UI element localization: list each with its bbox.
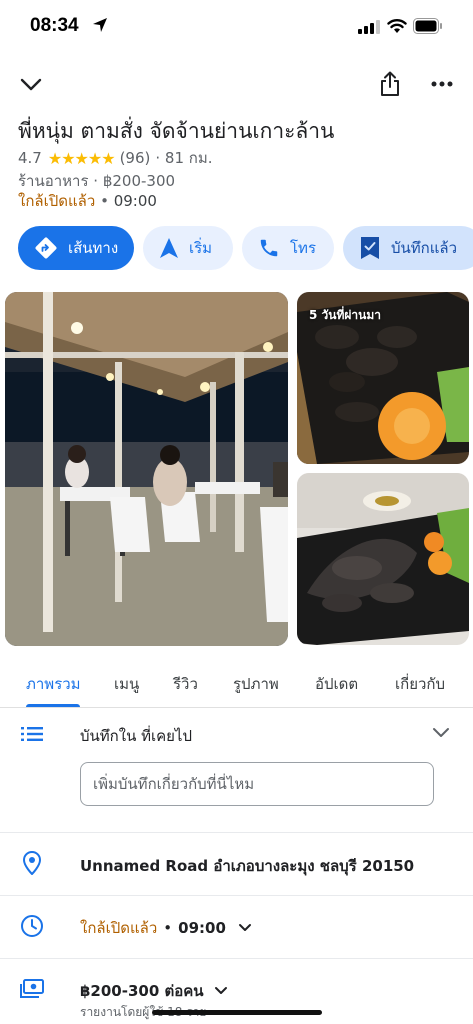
photo-main[interactable] — [5, 292, 288, 646]
status-bar: 08:34 — [0, 0, 473, 56]
status-time: 08:34 — [30, 15, 79, 36]
photo-recent-badge: 5 วันที่ผ่านมา — [309, 308, 381, 322]
saved-list-label[interactable]: บันทึกใน ที่เคยไป — [80, 724, 192, 748]
phone-icon — [258, 237, 280, 259]
chevron-down-icon — [20, 78, 42, 91]
clock-icon — [20, 914, 44, 938]
hours-detail-time: 09:00 — [178, 919, 226, 937]
review-count: (96) — [119, 149, 151, 167]
money-icon — [20, 977, 44, 1001]
tab-photos[interactable]: รูปภาพ — [233, 672, 279, 696]
hours-detail-separator: • — [163, 919, 173, 937]
photo-food-1[interactable]: 5 วันที่ผ่านมา — [297, 292, 469, 464]
location-arrow-icon — [93, 18, 107, 32]
tab-reviews[interactable]: รีวิว — [173, 672, 198, 696]
share-icon — [381, 71, 399, 96]
hours-detail-status: ใกล้เปิดแล้ว — [80, 919, 158, 937]
saved-button[interactable]: บันทึกแล้ว — [343, 226, 473, 270]
chevron-down-icon — [238, 924, 251, 931]
location-pin-icon — [20, 851, 44, 875]
rating-row[interactable]: 4.7 ★★★★★ (96) · 81 กม. — [18, 146, 213, 170]
chevron-down-icon — [214, 987, 227, 994]
note-input[interactable]: เพิ่มบันทึกเกี่ยวกับที่นี่ไหม — [80, 762, 434, 806]
divider — [0, 895, 473, 896]
chevron-down-icon[interactable] — [432, 727, 450, 739]
price-range: ฿200-300 ต่อคน — [80, 982, 204, 1000]
tab-updates[interactable]: อัปเดต — [315, 672, 358, 696]
hours-row[interactable]: ใกล้เปิดแล้ว • 09:00 — [80, 916, 252, 940]
directions-button[interactable]: เส้นทาง — [18, 226, 134, 270]
active-tab-indicator — [26, 704, 80, 707]
tab-overview[interactable]: ภาพรวม — [26, 672, 81, 696]
restaurant-photo — [5, 292, 288, 646]
list-icon — [20, 722, 44, 746]
food-photo-2 — [297, 473, 469, 645]
directions-label: เส้นทาง — [68, 239, 119, 257]
divider — [0, 958, 473, 959]
bookmark-icon — [359, 236, 381, 260]
directions-icon — [34, 236, 58, 260]
hours-status: ใกล้เปิดแล้ว — [18, 192, 96, 210]
tab-menu[interactable]: เมนู — [114, 672, 139, 696]
wifi-icon — [387, 19, 407, 33]
hours-summary: ใกล้เปิดแล้ว • 09:00 — [18, 189, 157, 213]
battery-icon — [413, 18, 442, 34]
home-indicator — [152, 1010, 322, 1015]
call-button[interactable]: โทร — [242, 226, 334, 270]
more-icon — [431, 81, 453, 87]
signal-icon — [358, 20, 380, 34]
rating-value: 4.7 — [18, 149, 42, 167]
action-chips: เส้นทาง เริ่ม โทร บันทึกแล้ว — [18, 226, 473, 270]
start-label: เริ่ม — [189, 239, 213, 257]
tab-about[interactable]: เกี่ยวกับ — [395, 672, 445, 696]
top-bar — [0, 62, 473, 106]
divider — [0, 832, 473, 833]
distance: · 81 กม. — [155, 149, 213, 167]
navigation-icon — [159, 237, 179, 259]
call-label: โทร — [290, 239, 317, 257]
more-options-button[interactable] — [420, 62, 464, 106]
hours-time: 09:00 — [113, 192, 157, 210]
start-button[interactable]: เริ่ม — [143, 226, 233, 270]
collapse-button[interactable] — [9, 62, 53, 106]
photo-food-2[interactable] — [297, 473, 469, 645]
place-title: พี่หนุ่ม ตามสั่ง จัดจ้านย่านเกาะล้าน — [18, 119, 335, 143]
share-button[interactable] — [368, 62, 412, 106]
saved-label: บันทึกแล้ว — [391, 239, 458, 257]
price-row[interactable]: ฿200-300 ต่อคน — [80, 979, 228, 1003]
tab-bar: ภาพรวม เมนู รีวิว รูปภาพ อัปเดต เกี่ยวกั… — [0, 664, 473, 708]
rating-stars: ★★★★★ — [47, 148, 116, 168]
hours-separator: • — [100, 192, 109, 210]
address-text[interactable]: Unnamed Road อำเภอบางละมุง ชลบุรี 20150 — [80, 854, 414, 878]
